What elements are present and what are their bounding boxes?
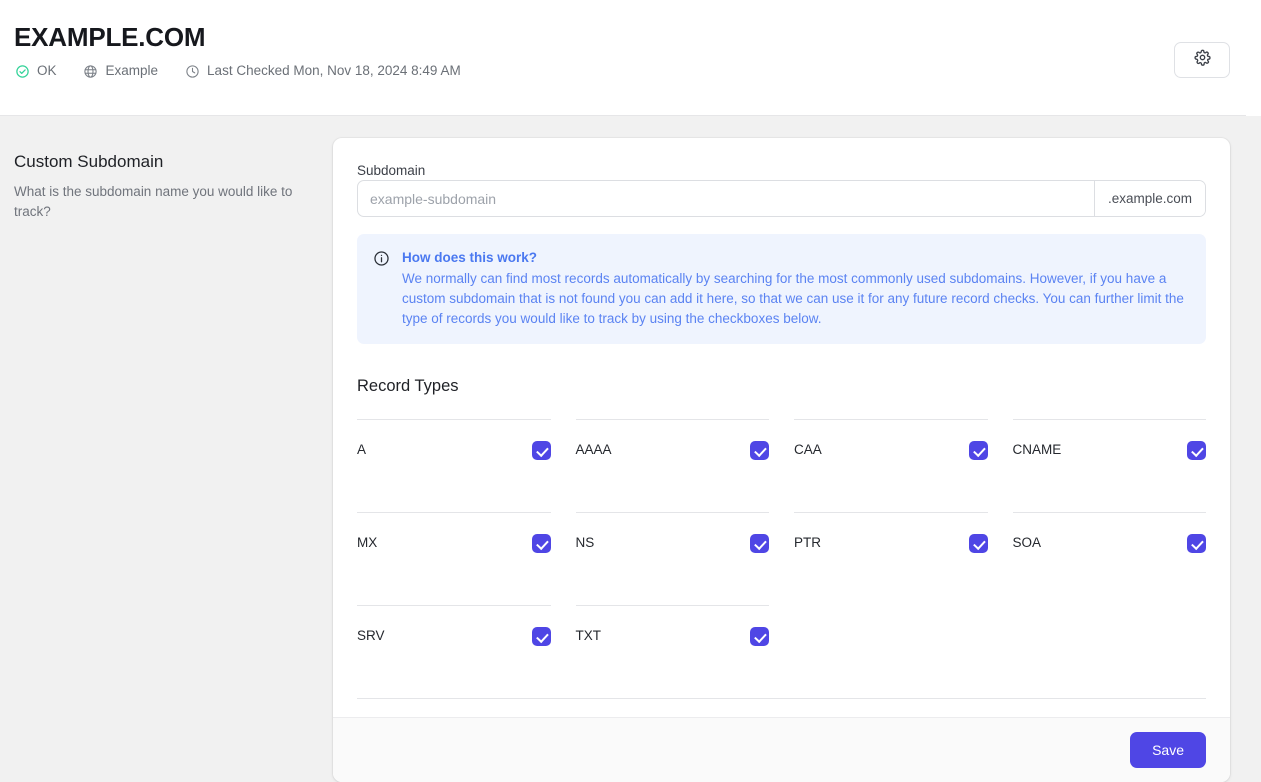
record-type-checkbox[interactable] (750, 441, 769, 460)
subdomain-input-group: .example.com (357, 180, 1206, 217)
record-type-label: NS (576, 534, 595, 552)
record-type-cell-empty (794, 605, 988, 698)
info-content: How does this work? We normally can find… (402, 248, 1190, 329)
section-aside: Custom Subdomain What is the subdomain n… (14, 138, 314, 222)
check-circle-icon (14, 63, 30, 79)
record-type-checkbox[interactable] (1187, 441, 1206, 460)
info-text: We normally can find most records automa… (402, 269, 1190, 329)
record-type-label: MX (357, 534, 377, 552)
record-type-label: CAA (794, 441, 822, 459)
subdomain-label: Subdomain (357, 163, 425, 178)
record-type-checkbox[interactable] (750, 534, 769, 553)
environment-label: Example (106, 62, 159, 80)
save-button[interactable]: Save (1130, 732, 1206, 768)
last-checked-info: Last Checked Mon, Nov 18, 2024 8:49 AM (184, 62, 461, 80)
scrollbar-gutter[interactable] (1246, 116, 1261, 779)
record-type-label: CNAME (1013, 441, 1062, 459)
subdomain-input[interactable] (358, 181, 1094, 216)
card-footer: Save (333, 717, 1230, 782)
info-callout: How does this work? We normally can find… (357, 234, 1206, 344)
record-type-label: SRV (357, 627, 385, 645)
card-body: Subdomain .example.com How does this wor… (333, 138, 1230, 717)
record-type-cell: SRV (357, 605, 551, 698)
record-types-bottom-rule (357, 698, 1206, 699)
page-body: Custom Subdomain What is the subdomain n… (0, 116, 1246, 779)
status-badge: OK (14, 62, 57, 80)
info-circle-icon (373, 250, 390, 267)
record-type-checkbox[interactable] (532, 534, 551, 553)
globe-icon (83, 63, 99, 79)
record-type-cell-empty (1013, 605, 1207, 698)
record-type-label: SOA (1013, 534, 1042, 552)
section-description: What is the subdomain name you would lik… (14, 182, 294, 222)
settings-card: Subdomain .example.com How does this wor… (333, 138, 1230, 782)
environment-info: Example (83, 62, 159, 80)
record-type-cell: CAA (794, 419, 988, 512)
page-header: EXAMPLE.COM OK Example (0, 0, 1246, 116)
record-type-cell: PTR (794, 512, 988, 605)
record-type-cell: TXT (576, 605, 770, 698)
record-type-checkbox[interactable] (532, 627, 551, 646)
settings-button[interactable] (1174, 42, 1230, 78)
gear-icon (1194, 49, 1211, 71)
record-type-checkbox[interactable] (750, 627, 769, 646)
section-title: Custom Subdomain (14, 150, 314, 174)
record-type-cell: AAAA (576, 419, 770, 512)
page-title: EXAMPLE.COM (14, 20, 1214, 54)
record-type-checkbox[interactable] (969, 534, 988, 553)
record-type-label: TXT (576, 627, 602, 645)
record-type-cell: SOA (1013, 512, 1207, 605)
record-type-cell: CNAME (1013, 419, 1207, 512)
record-type-checkbox[interactable] (969, 441, 988, 460)
header-meta: OK Example Last Checked Mon, Nov 18, (14, 62, 1214, 80)
record-type-checkbox[interactable] (1187, 534, 1206, 553)
record-types-title: Record Types (357, 374, 1206, 398)
info-heading: How does this work? (402, 248, 1190, 267)
record-type-label: PTR (794, 534, 821, 552)
status-label: OK (37, 62, 57, 80)
scrollbar-gutter-top (1246, 0, 1261, 116)
subdomain-suffix: .example.com (1094, 181, 1205, 216)
record-types-grid: AAAAACAACNAMEMXNSPTRSOASRVTXT (357, 419, 1206, 698)
record-type-label: A (357, 441, 366, 459)
record-type-cell: NS (576, 512, 770, 605)
record-type-checkbox[interactable] (532, 441, 551, 460)
clock-icon (184, 63, 200, 79)
record-type-cell: MX (357, 512, 551, 605)
record-type-cell: A (357, 419, 551, 512)
last-checked-label: Last Checked Mon, Nov 18, 2024 8:49 AM (207, 62, 461, 80)
record-type-label: AAAA (576, 441, 612, 459)
